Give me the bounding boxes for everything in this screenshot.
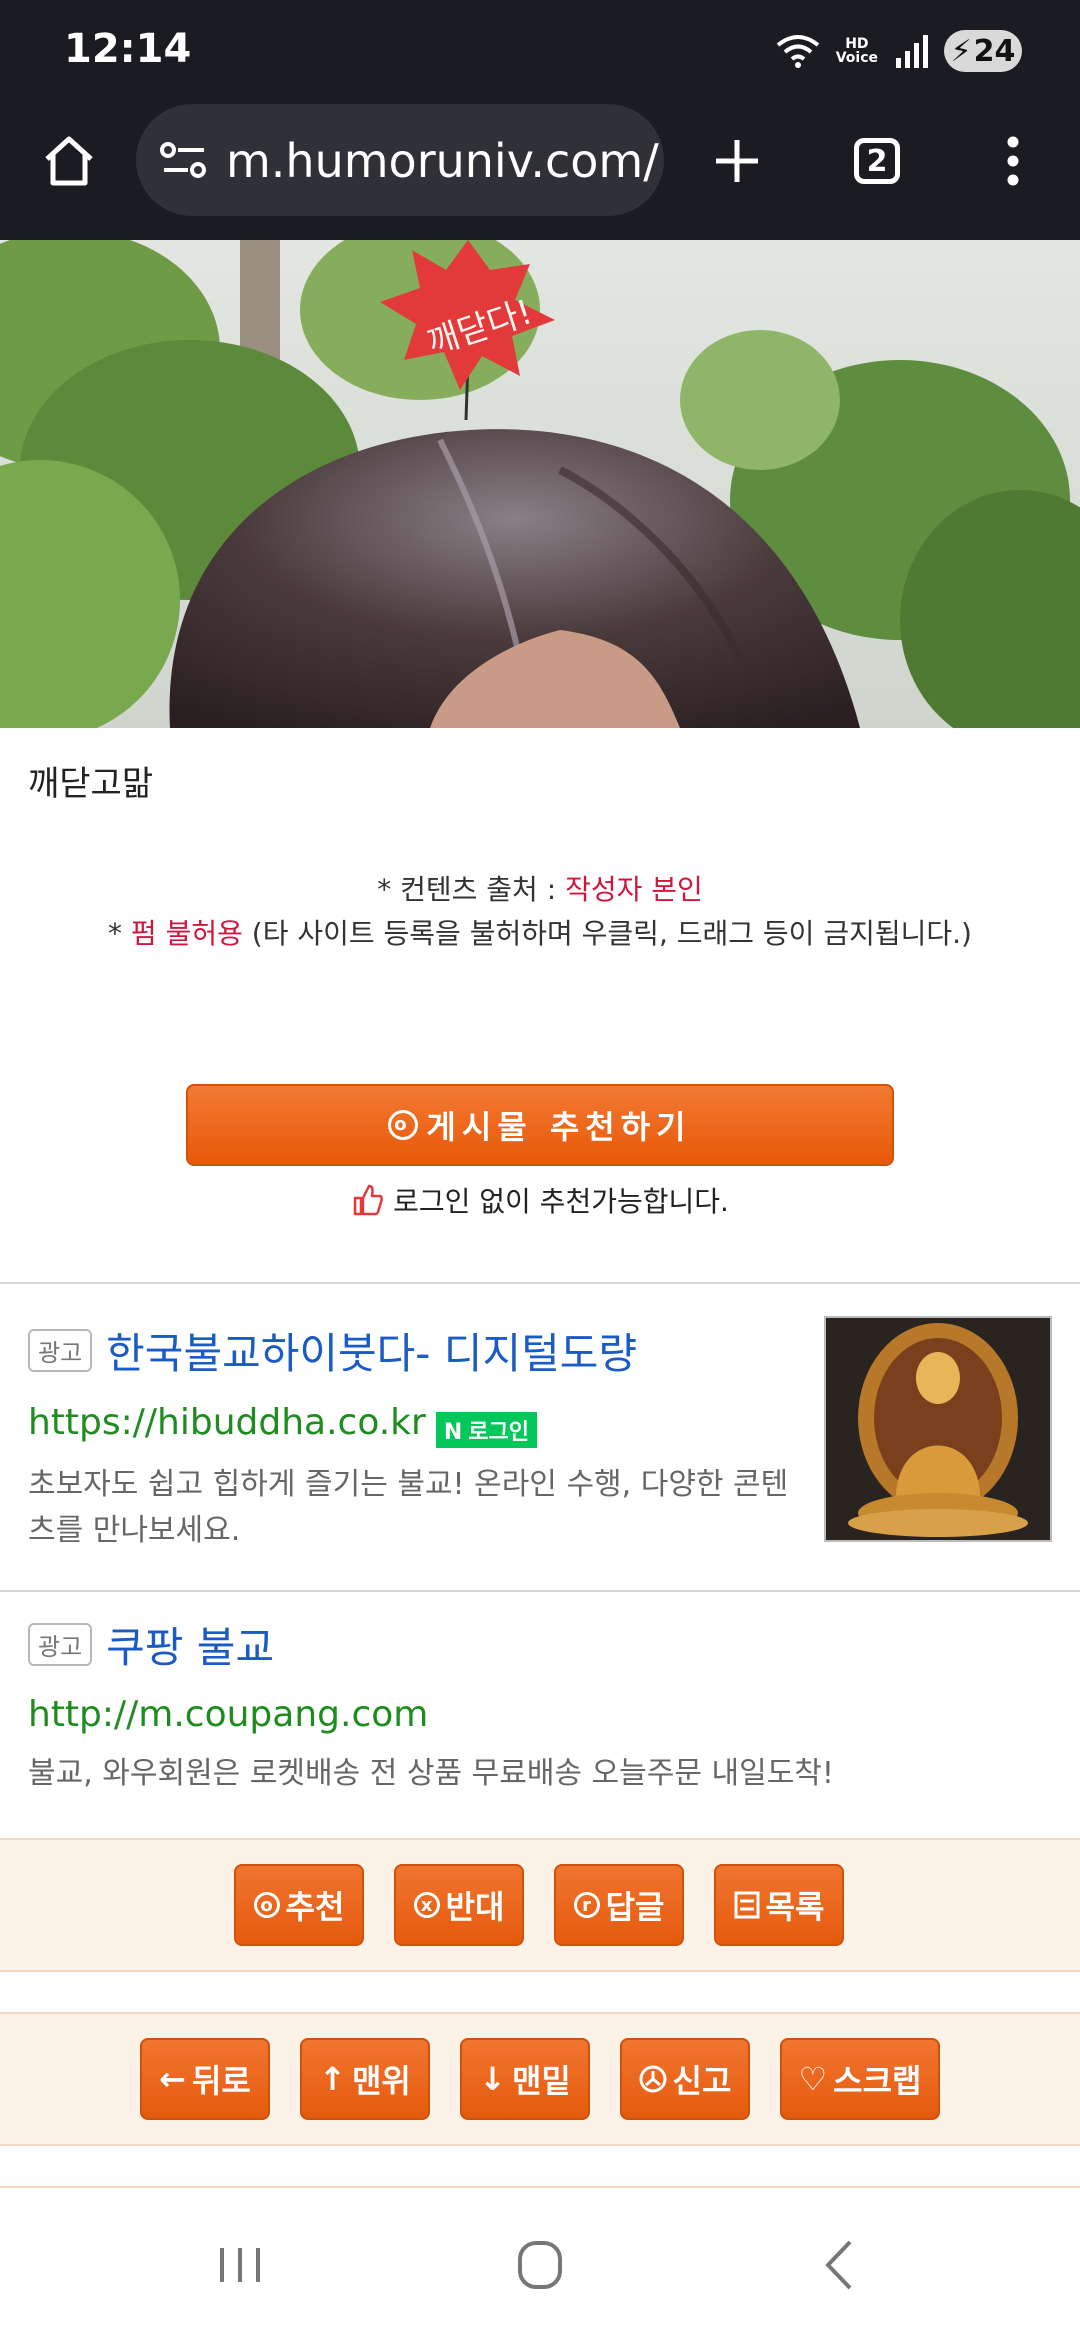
reply-circle-icon: r <box>573 1892 600 1918</box>
post-caption: 깨닫고맒 <box>28 764 154 804</box>
recommend-post-label: 게시물 추천하기 <box>426 1108 692 1146</box>
ad-coupang[interactable]: 광고 쿠팡 불교 http://m.coupang.com 불교, 와우회원은 로… <box>28 1614 1058 1797</box>
recent-apps-icon <box>220 2248 260 2282</box>
report-icon <box>639 2065 667 2093</box>
login-note-text: 로그인 없이 추천가능합니다. <box>393 1185 729 1218</box>
more-vertical-icon <box>1007 136 1019 186</box>
ad-description: 불교, 와우회원은 로켓배송 전 상품 무료배송 오늘주문 내일도착! <box>28 1756 834 1791</box>
hd-label: HD <box>845 36 869 52</box>
back-chevron-icon <box>825 2240 852 2290</box>
recommend-circle-icon: o <box>253 1892 280 1918</box>
report-label: 신고 <box>672 2062 732 2100</box>
ad-url[interactable]: https://hibuddha.co.kr <box>28 1402 426 1443</box>
new-tab-button[interactable] <box>706 130 768 192</box>
back-label: 뒤로 <box>191 2062 251 2100</box>
naver-login-label: 로그인 <box>468 1419 529 1445</box>
divider <box>0 1282 1080 1284</box>
reply-label: 답글 <box>605 1888 665 1926</box>
scroll-top-button[interactable]: ↑ 맨위 <box>300 2038 430 2120</box>
arrow-left-icon: ← <box>159 2060 186 2098</box>
permission-note: (타 사이트 등록을 불허하며 우클릭, 드래그 등이 금지됩니다.) <box>242 917 972 950</box>
oppose-button[interactable]: x 반대 <box>394 1864 524 1946</box>
recommend-button[interactable]: o 추천 <box>234 1864 364 1946</box>
back-button[interactable]: ← 뒤로 <box>140 2038 270 2120</box>
recommend-post-button[interactable]: o 게시물 추천하기 <box>186 1084 894 1166</box>
signal-icon <box>896 35 928 68</box>
content-source: * 컨텐츠 출처 : 작성자 본인 <box>0 868 1080 908</box>
copy-permission: * 펌 불허용 (타 사이트 등록을 불허하며 우클릭, 드래그 등이 금지됩니… <box>0 912 1080 952</box>
post-action-bar: o 추천 x 반대 r 답글 목록 <box>0 1838 1080 1972</box>
navigation-action-bar: ← 뒤로 ↑ 맨위 ↓ 맨밑 신고 ♡ 스크랩 <box>0 2012 1080 2146</box>
address-bar[interactable]: m.humoruniv.com/ <box>136 104 664 216</box>
browser-chrome: 12:14 HD Voice ⚡ 24 m.humoruniv.com/ 2 <box>0 0 1080 240</box>
site-settings-icon <box>160 142 206 178</box>
home-nav-button[interactable] <box>500 2230 580 2300</box>
list-button[interactable]: 목록 <box>714 1864 844 1946</box>
home-icon <box>45 136 93 186</box>
oppose-circle-icon: x <box>413 1892 440 1918</box>
ad-title[interactable]: 쿠팡 불교 <box>106 1623 274 1672</box>
scroll-bottom-button[interactable]: ↓ 맨밑 <box>460 2038 590 2120</box>
source-label: * 컨텐츠 출처 : <box>377 873 566 906</box>
heart-icon: ♡ <box>798 2060 828 2098</box>
home-circle-icon <box>518 2241 562 2289</box>
list-icon <box>734 1891 760 1919</box>
oppose-label: 반대 <box>445 1888 505 1926</box>
permission-status: 펌 불허용 <box>130 917 243 950</box>
post-photo: 깨닫다! <box>0 240 1080 728</box>
scroll-bottom-label: 맨밑 <box>511 2062 571 2100</box>
back-nav-button[interactable] <box>800 2230 880 2300</box>
wifi-icon <box>776 35 819 68</box>
reply-button[interactable]: r 답글 <box>554 1864 684 1946</box>
ad-badge: 광고 <box>28 1329 93 1372</box>
permission-prefix: * <box>108 917 131 950</box>
source-value: 작성자 본인 <box>565 873 703 906</box>
home-button[interactable] <box>38 130 100 192</box>
scrap-label: 스크랩 <box>833 2062 922 2100</box>
arrow-down-icon: ↓ <box>479 2060 506 2098</box>
hd-voice-icon: HD Voice <box>836 37 878 65</box>
battery-level: 24 <box>973 33 1016 69</box>
buddha-image <box>848 1323 1028 1537</box>
scroll-top-label: 맨위 <box>351 2062 411 2100</box>
login-note: 로그인 없이 추천가능합니다. <box>0 1180 1080 1220</box>
report-button[interactable]: 신고 <box>620 2038 750 2120</box>
system-navigation-bar <box>0 2190 1080 2340</box>
list-label: 목록 <box>765 1888 825 1926</box>
voice-label: Voice <box>835 50 878 66</box>
ad-thumbnail-buddha[interactable] <box>824 1316 1052 1542</box>
charging-bolt-icon: ⚡ <box>950 33 972 69</box>
thumbs-up-icon <box>353 1184 383 1216</box>
url-text: m.humoruniv.com/ <box>226 134 659 188</box>
ad-url[interactable]: http://m.coupang.com <box>28 1694 428 1735</box>
tab-count: 2 <box>854 138 900 184</box>
recommend-icon: o <box>388 1110 419 1140</box>
naver-n-icon: N <box>443 1419 463 1445</box>
scrap-button[interactable]: ♡ 스크랩 <box>780 2038 940 2120</box>
tab-switcher-button[interactable]: 2 <box>846 130 908 192</box>
ad-title[interactable]: 한국불교하이붓다- 디지털도량 <box>106 1329 637 1378</box>
ad-description: 초보자도 쉽고 힙하게 즐기는 불교! 온라인 수행, 다양한 콘텐츠를 만나보… <box>28 1466 789 1548</box>
recent-apps-button[interactable] <box>200 2230 280 2300</box>
ad-hibuddha[interactable]: 광고 한국불교하이붓다- 디지털도량 https://hibuddha.co.kr… <box>28 1320 808 1554</box>
status-clock: 12:14 <box>64 26 192 72</box>
battery-indicator: ⚡ 24 <box>944 30 1022 72</box>
divider <box>0 1590 1080 1592</box>
photo-illustration <box>0 240 1080 728</box>
status-icons: HD Voice ⚡ 24 <box>776 28 1022 74</box>
recommend-label: 추천 <box>285 1888 345 1926</box>
plus-icon <box>716 140 758 182</box>
arrow-up-icon: ↑ <box>319 2060 346 2098</box>
naver-login-badge[interactable]: N 로그인 <box>435 1411 537 1448</box>
divider <box>0 2186 1080 2188</box>
menu-button[interactable] <box>996 130 1030 192</box>
ad-badge: 광고 <box>28 1623 93 1666</box>
